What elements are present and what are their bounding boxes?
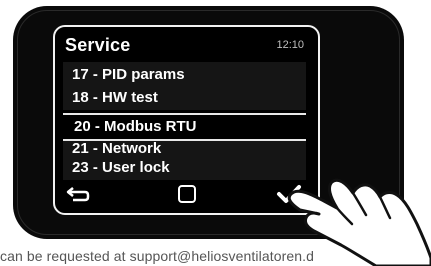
menu-item-label: HW test — [102, 89, 158, 106]
menu-item-number: 17 - — [72, 66, 98, 83]
product-photo-stage: Service 12:10 17 - PID params 18 - HW te… — [0, 0, 431, 266]
menu-item-label: Network — [102, 140, 162, 157]
back-arrow-icon — [66, 187, 90, 202]
menu-item-pid-params[interactable]: 17 - PID params — [72, 66, 185, 83]
menu-item-number: 20 - — [74, 118, 100, 135]
back-button[interactable] — [62, 181, 94, 207]
caption-text: can be requested at support@heliosventil… — [0, 248, 314, 264]
screen-header: Service 12:10 — [55, 27, 318, 63]
menu-item-user-lock[interactable]: 23 - User lock — [72, 159, 170, 176]
menu-item-number: 18 - — [72, 89, 98, 106]
home-button[interactable] — [171, 181, 203, 207]
square-icon — [178, 185, 196, 203]
menu-item-label: PID params — [102, 66, 185, 83]
menu-item-modbus-rtu-selected[interactable]: 20 - Modbus RTU — [63, 113, 306, 141]
clock-readout: 12:10 — [276, 39, 304, 51]
menu-item-hw-test[interactable]: 18 - HW test — [72, 89, 158, 106]
menu-item-label: Modbus RTU — [104, 118, 197, 135]
menu-item-number: 21 - — [72, 140, 98, 157]
screen-title: Service — [65, 35, 131, 55]
menu-item-network[interactable]: 21 - Network — [72, 140, 161, 157]
menu-item-label: User lock — [102, 159, 170, 176]
menu-item-number: 23 - — [72, 159, 98, 176]
